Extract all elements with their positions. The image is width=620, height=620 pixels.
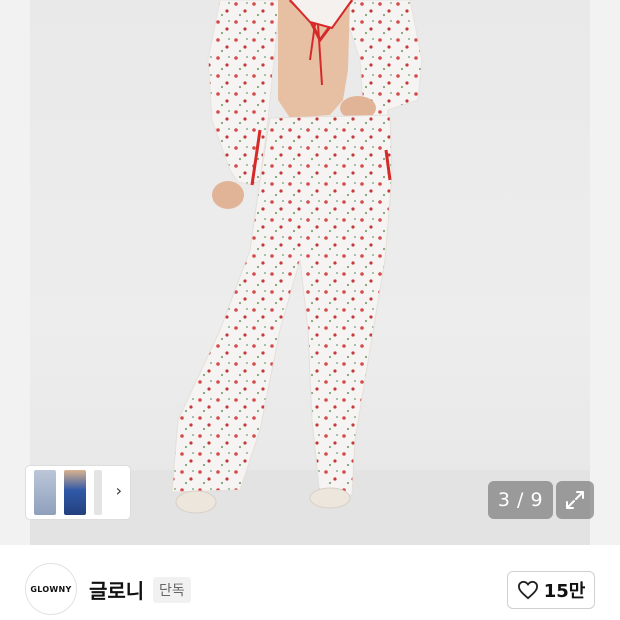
thumbnail-3[interactable] xyxy=(94,470,102,515)
image-counter: 3 / 9 xyxy=(488,481,553,519)
brand-logo[interactable]: GLOWNY xyxy=(25,563,77,615)
thumbnail-1[interactable] xyxy=(34,470,56,515)
thumbnail-strip[interactable]: › xyxy=(26,466,130,519)
expand-icon xyxy=(566,491,584,509)
chevron-right-icon[interactable]: › xyxy=(116,481,122,501)
heart-icon xyxy=(517,580,538,600)
product-image-gallery[interactable]: › 3 / 9 xyxy=(0,0,620,545)
brand-name[interactable]: 글로니 xyxy=(89,575,144,604)
exclusive-badge: 단독 xyxy=(153,577,191,603)
brand-logo-text: GLOWNY xyxy=(30,584,72,594)
like-count: 15만 xyxy=(543,581,586,602)
like-button[interactable]: 15만 xyxy=(507,571,595,609)
thumbnail-2[interactable] xyxy=(64,470,86,515)
expand-button[interactable] xyxy=(556,481,594,519)
product-photo xyxy=(171,0,423,514)
